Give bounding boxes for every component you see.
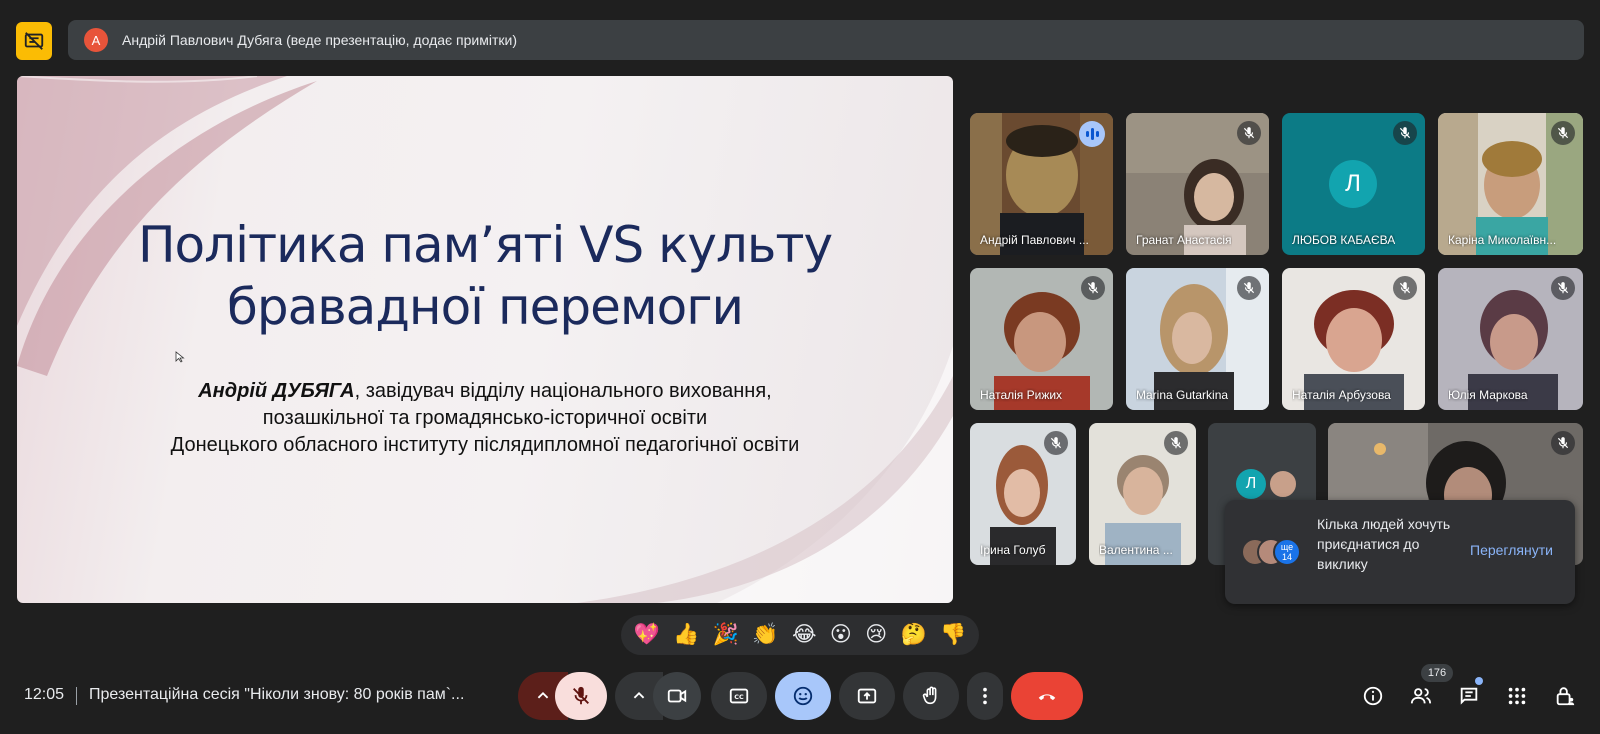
captions-button[interactable]: CC: [711, 672, 767, 720]
participant-name: Гранат Анастасія: [1136, 233, 1232, 247]
present-screen-button[interactable]: [839, 672, 895, 720]
mic-off-icon: [1551, 431, 1575, 455]
raise-hand-button[interactable]: [903, 672, 959, 720]
participant-name: Каріна Миколаївн...: [1448, 233, 1557, 247]
slide-background-swoosh: [17, 76, 953, 603]
join-request-toast: ще 14 Кілька людей хочуть приєднатися до…: [1225, 500, 1575, 604]
participant-tile[interactable]: Наталія Рижих: [970, 268, 1113, 410]
more-vert-icon: [983, 687, 987, 705]
toast-message: Кілька людей хочуть приєднатися до викли…: [1317, 516, 1451, 572]
mic-off-icon: [573, 686, 589, 705]
participant-avatar: Л: [1236, 469, 1266, 499]
participant-avatar: Л: [1329, 160, 1377, 208]
slide-title-line-2: бравадної перемоги: [227, 278, 744, 336]
mic-off-icon: [1237, 276, 1261, 300]
author-name: Андрій ДУБЯГА: [198, 380, 355, 402]
reaction-thumbs-down[interactable]: 👎: [940, 623, 966, 647]
mic-off-icon: [1551, 276, 1575, 300]
mic-off-icon: [1164, 431, 1188, 455]
presenter-avatar: А: [84, 28, 108, 52]
participant-name: Наталія Арбузова: [1292, 388, 1391, 402]
reactions-bar: 💖 👍 🎉 👏 😂 😮 😢 🤔 👎: [621, 615, 979, 655]
raise-hand-icon: [922, 686, 937, 705]
mouse-cursor-icon: [175, 351, 185, 363]
camera-toggle-button[interactable]: [653, 672, 701, 720]
mic-off-icon: [1237, 121, 1261, 145]
slide-title-line-1: Політика пам’яті VS культу: [137, 216, 833, 274]
reaction-party[interactable]: 🎉: [713, 623, 739, 647]
no-present-icon: [24, 32, 44, 50]
meeting-details-button[interactable]: [1357, 680, 1389, 712]
more-options-button[interactable]: [967, 672, 1003, 720]
presenter-text: Андрій Павлович Дубяга (веде презентацію…: [122, 32, 517, 48]
svg-text:CC: CC: [734, 693, 744, 701]
meeting-clock: 12:05: [24, 686, 65, 703]
author-line-1: Андрій ДУБЯГА, завідувач відділу націона…: [17, 378, 953, 405]
view-requests-link[interactable]: Переглянути: [1470, 542, 1553, 558]
reaction-thinking[interactable]: 🤔: [901, 623, 927, 647]
participant-tile[interactable]: Л ЛЮБОВ КАБАЄВА: [1282, 113, 1425, 255]
participant-name: Андрій Павлович ...: [980, 233, 1089, 247]
presentation-layout-button[interactable]: [16, 22, 52, 60]
activities-button[interactable]: [1501, 680, 1533, 712]
reactions-button[interactable]: [775, 672, 831, 720]
mic-off-icon: [1393, 121, 1417, 145]
present-to-all-icon: [857, 688, 877, 704]
chevron-up-icon: [633, 691, 645, 699]
reaction-thumbs-up[interactable]: 👍: [673, 623, 699, 647]
chat-button[interactable]: [1453, 680, 1485, 712]
reaction-surprised[interactable]: 😮: [830, 623, 852, 647]
requester-avatars: ще 14: [1241, 538, 1305, 568]
video-camera-icon: [667, 689, 687, 703]
reaction-clap[interactable]: 👏: [752, 623, 778, 647]
reaction-heart[interactable]: 💖: [634, 623, 660, 647]
meeting-title: Презентаційна сесія "Ніколи знову: 80 ро…: [89, 686, 465, 703]
participant-name: ЛЮБОВ КАБАЄВА: [1292, 233, 1396, 247]
participant-name: Наталія Рижих: [980, 388, 1063, 402]
mic-off-icon: [1081, 276, 1105, 300]
author-line-2: позашкільної та громадянсько-історичної …: [262, 407, 708, 429]
speaking-indicator-icon: [1079, 121, 1105, 147]
presentation-slide: Політика пам’яті VS культу бравадної пер…: [17, 76, 953, 603]
participant-tile[interactable]: Marina Gutarkina: [1126, 268, 1269, 410]
participant-tile[interactable]: Гранат Анастасія: [1126, 113, 1269, 255]
participant-name: Marina Gutarkina: [1136, 388, 1229, 402]
mic-toggle-button[interactable]: [555, 672, 607, 720]
leave-call-button[interactable]: [1011, 672, 1083, 720]
participant-tile[interactable]: Андрій Павлович ...: [970, 113, 1113, 255]
people-icon: [1410, 688, 1432, 704]
author-role: , завідувач відділу національного вихова…: [354, 380, 772, 402]
mic-off-icon: [1393, 276, 1417, 300]
divider: [76, 687, 77, 705]
apps-grid-icon: [1508, 687, 1526, 705]
reaction-laugh[interactable]: 😂: [792, 623, 817, 647]
mic-off-icon: [1044, 431, 1068, 455]
author-line-3: Донецького обласного інституту післядипл…: [170, 434, 800, 456]
chevron-up-icon: [537, 691, 549, 699]
more-requesters-badge: ще 14: [1273, 538, 1301, 566]
slide-author: Андрій ДУБЯГА, завідувач відділу націона…: [17, 378, 953, 459]
participant-name: Валентина ...: [1099, 543, 1173, 557]
participant-name: Юлія Маркова: [1448, 388, 1528, 402]
participant-tile[interactable]: Ірина Голуб: [970, 423, 1076, 565]
closed-captions-icon: CC: [729, 688, 749, 704]
slide-title: Політика пам’яті VS культу бравадної пер…: [17, 214, 953, 338]
participant-tile[interactable]: Валентина ...: [1089, 423, 1196, 565]
emoji-icon: [793, 686, 813, 706]
reaction-sad[interactable]: 😢: [865, 623, 887, 647]
chat-icon: [1460, 687, 1478, 705]
participant-tile[interactable]: Наталія Арбузова: [1282, 268, 1425, 410]
lock-person-icon: [1556, 687, 1575, 706]
info-icon: [1363, 686, 1383, 706]
call-end-icon: [1038, 694, 1056, 701]
people-button[interactable]: [1405, 680, 1437, 712]
presenter-bar: А Андрій Павлович Дубяга (веде презентац…: [68, 20, 1584, 60]
mic-off-icon: [1551, 121, 1575, 145]
participant-tile[interactable]: Юлія Маркова: [1438, 268, 1583, 410]
participant-name: Ірина Голуб: [980, 543, 1046, 557]
host-controls-button[interactable]: [1549, 680, 1581, 712]
participant-avatar-photo: [1268, 469, 1298, 499]
participant-tile[interactable]: Каріна Миколаївн...: [1438, 113, 1583, 255]
